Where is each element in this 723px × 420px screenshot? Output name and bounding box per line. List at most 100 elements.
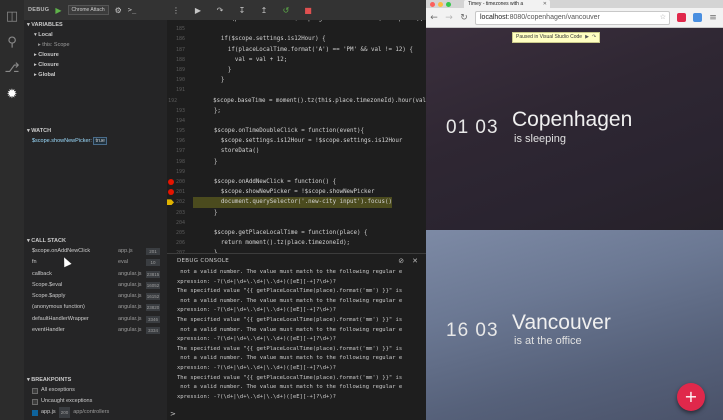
continue-icon[interactable]: ▶: [193, 6, 203, 15]
code-line[interactable]: 203 }: [167, 208, 426, 218]
gutter[interactable]: [167, 106, 175, 116]
close-icon[interactable]: ✕: [412, 257, 418, 265]
gutter[interactable]: [167, 157, 175, 167]
gutter[interactable]: [167, 238, 175, 248]
call-stack-frame[interactable]: (anonymous function) angular.js 23820: [24, 302, 167, 313]
files-icon[interactable]: ◫: [3, 8, 21, 26]
call-stack-frame[interactable]: fn eval 10: [24, 257, 167, 268]
code-line[interactable]: 193 };: [167, 106, 426, 116]
call-stack-header[interactable]: ▾ CALL STACK: [24, 236, 167, 246]
gutter[interactable]: [167, 24, 175, 34]
gutter[interactable]: [167, 96, 168, 106]
gutter[interactable]: [167, 126, 175, 136]
city-time[interactable]: 16 03: [446, 320, 499, 342]
variable-scope[interactable]: ▸ this: Scope: [24, 40, 167, 50]
gutter[interactable]: [167, 146, 175, 156]
breakpoint-checkbox[interactable]: [32, 409, 38, 416]
browser-tab[interactable]: Timey - timezones with a ✕: [464, 0, 550, 8]
code-line[interactable]: 196 $scope.settings.is12Hour = !$scope.s…: [167, 136, 426, 146]
watch-expr-value[interactable]: true: [93, 137, 107, 145]
variable-scope[interactable]: ▸ Closure: [24, 50, 167, 60]
step-into-icon[interactable]: ↧: [237, 6, 247, 15]
code-line[interactable]: 202 document.querySelector('.new-city in…: [167, 197, 426, 208]
restart-icon[interactable]: ↺: [281, 6, 291, 15]
back-icon[interactable]: ←: [430, 13, 438, 23]
breakpoints-header[interactable]: ▾ BREAKPOINTS: [24, 375, 167, 385]
call-stack-frame[interactable]: defaultHandlerWrapper angular.js 3346: [24, 314, 167, 325]
breakpoint-item[interactable]: All exceptions: [24, 385, 167, 396]
code-line[interactable]: 190 }: [167, 75, 426, 85]
step-over-icon[interactable]: ↷: [215, 6, 225, 15]
step-out-icon[interactable]: ↥: [259, 6, 269, 15]
code-line[interactable]: 204: [167, 218, 426, 228]
watch-header[interactable]: ▾ WATCH: [24, 126, 167, 136]
call-stack-frame[interactable]: Scope.$eval angular.js 16052: [24, 280, 167, 291]
code-line[interactable]: 200 $scope.onAddNewClick = function() {: [167, 177, 426, 187]
search-icon[interactable]: ⚲: [3, 34, 21, 52]
code-line[interactable]: 198 }: [167, 157, 426, 167]
terminal-icon[interactable]: >_: [128, 6, 136, 14]
gutter[interactable]: [167, 75, 175, 85]
gutter[interactable]: [167, 218, 175, 228]
step-icon[interactable]: ↷: [592, 33, 596, 42]
code-line[interactable]: 191: [167, 85, 426, 95]
call-stack-frame[interactable]: $scope.onAddNewClick app.js 201: [24, 246, 167, 257]
gutter[interactable]: [167, 116, 175, 126]
breakpoint-icon[interactable]: [168, 179, 174, 185]
code-line[interactable]: 189 }: [167, 65, 426, 75]
console-prompt[interactable]: >: [170, 410, 176, 418]
gutter[interactable]: [167, 45, 175, 55]
gutter[interactable]: [167, 197, 175, 207]
variable-scope[interactable]: ▸ Closure: [24, 60, 167, 70]
close-tab-icon[interactable]: ✕: [543, 0, 547, 8]
city-time[interactable]: 01 03: [446, 117, 499, 139]
code-line[interactable]: 185: [167, 24, 426, 34]
call-stack-frame[interactable]: Scope.$apply angular.js 16152: [24, 291, 167, 302]
gutter[interactable]: [167, 34, 175, 44]
variables-header[interactable]: ▾ VARIABLES: [24, 20, 167, 30]
breakpoint-checkbox[interactable]: [32, 398, 38, 405]
gutter[interactable]: [167, 55, 175, 65]
breakpoint-item[interactable]: Uncaught exceptions: [24, 396, 167, 407]
gutter[interactable]: [167, 85, 175, 95]
code-line[interactable]: 205 $scope.getPlaceLocalTime = function(…: [167, 228, 426, 238]
bookmark-star-icon[interactable]: ☆: [660, 12, 666, 24]
code-line[interactable]: 187 if(placeLocalTime.format('A') == 'PM…: [167, 45, 426, 55]
code-line[interactable]: 194: [167, 116, 426, 126]
launch-config-select[interactable]: Chrome Attach: [67, 5, 109, 15]
maximize-window-icon[interactable]: [446, 1, 451, 7]
code-line[interactable]: 199: [167, 167, 426, 177]
breakpoint-checkbox[interactable]: [32, 387, 38, 394]
gutter[interactable]: [167, 208, 175, 218]
gear-icon[interactable]: ⚙: [115, 6, 122, 15]
gutter[interactable]: [167, 136, 175, 146]
code-line[interactable]: 186 if($scope.settings.is12Hour) {: [167, 34, 426, 44]
menu-icon[interactable]: ≡: [709, 13, 717, 23]
extension-icon[interactable]: [677, 13, 686, 22]
debug-icon[interactable]: ✹: [3, 86, 21, 104]
gutter[interactable]: [167, 187, 175, 197]
code-line[interactable]: 206 return moment().tz(place.timezoneId)…: [167, 238, 426, 248]
watch-expression[interactable]: $scope.showNewPicker: true: [24, 136, 167, 147]
code-line[interactable]: 195 $scope.onTimeDoubleClick = function(…: [167, 126, 426, 136]
call-stack-frame[interactable]: eventHandler angular.js 3334: [24, 325, 167, 336]
code-line[interactable]: 201 $scope.showNewPicker = !$scope.showN…: [167, 187, 426, 197]
extension-icon[interactable]: [693, 13, 702, 22]
drag-handle-icon[interactable]: ⋮: [171, 6, 181, 15]
url-input[interactable]: localhost:8080/copenhagen/vancouver ☆: [475, 10, 670, 25]
stop-icon[interactable]: ■: [303, 6, 313, 15]
reload-icon[interactable]: ↻: [460, 13, 468, 23]
code-editor[interactable]: if (placeLocalTime = $scope.getPlaceLoca…: [167, 0, 426, 253]
forward-icon[interactable]: →: [445, 13, 453, 23]
call-stack-frame[interactable]: callback angular.js 23815: [24, 269, 167, 280]
gutter[interactable]: [167, 177, 175, 187]
gutter[interactable]: [167, 65, 175, 75]
variable-scope[interactable]: ▾ Local: [24, 30, 167, 40]
resume-icon[interactable]: ▶: [585, 33, 589, 42]
minimize-window-icon[interactable]: [438, 1, 443, 7]
git-icon[interactable]: ⎇: [3, 60, 21, 78]
code-line[interactable]: 197 storeData(): [167, 146, 426, 156]
breakpoint-item[interactable]: app.js 200 app/controllers: [24, 407, 167, 418]
code-line[interactable]: 188 val = val + 12;: [167, 55, 426, 65]
start-debugging-icon[interactable]: ▶: [55, 6, 61, 15]
